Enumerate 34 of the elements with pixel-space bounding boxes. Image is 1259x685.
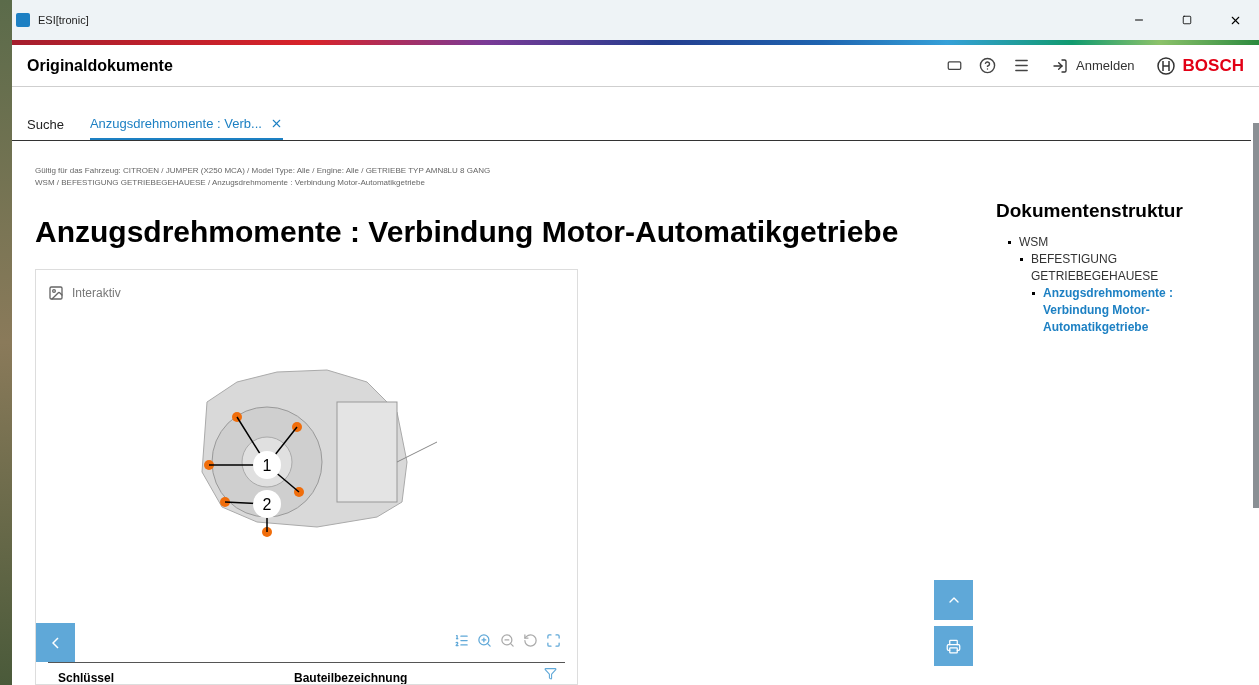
tree-item[interactable]: Anzugsdrehmomente : Verbindung Motor-Automatikgetriebe	[1043, 284, 1196, 336]
viewer-mode-label: Interaktiv	[72, 285, 121, 302]
print-icon	[946, 638, 961, 654]
filter-icon[interactable]	[544, 667, 557, 680]
chevron-left-icon	[52, 636, 59, 649]
scrollbar[interactable]	[1253, 123, 1259, 508]
page-title: Originaldokumente	[27, 55, 173, 76]
structure-title: Dokumentenstruktur	[996, 199, 1184, 223]
column-header: Bauteilbezeichnung	[294, 670, 409, 684]
zoom-in-icon[interactable]	[477, 633, 492, 648]
tree-item[interactable]: WSM	[1019, 233, 1049, 251]
app-logo-icon	[16, 13, 30, 27]
rotate-icon[interactable]	[523, 633, 538, 648]
list-icon[interactable]	[454, 633, 469, 648]
menu-icon[interactable]	[1013, 57, 1031, 74]
window-title: ESI[tronic]	[38, 12, 89, 28]
image-icon	[48, 285, 64, 301]
tab[interactable]: Suche	[27, 109, 64, 140]
breadcrumb: Gültig für das Fahrzeug: CITROEN / JUMPER (X250 MCA) / Model Type: Alle / Engine: Alle / GETRIEBE TYP AMN8LU 8 GANG	[35, 165, 492, 177]
breadcrumb: WSM / BEFESTIGUNG GETRIEBEGEHAUESE / Anzugsdrehmomente : Verbindung Motor-Automatikgetriebe	[35, 177, 426, 189]
previous-button[interactable]	[36, 623, 75, 662]
bosch-logo-icon	[1156, 56, 1175, 75]
help-icon[interactable]	[979, 57, 997, 74]
tree-item[interactable]: BEFESTIGUNG GETRIEBEGEHAUESE	[1031, 250, 1196, 285]
maximize-icon	[1182, 15, 1192, 25]
tab[interactable]: Anzugsdrehmomente : Verb...	[89, 109, 283, 140]
document-title: Anzugsdrehmomente : Verbindung Motor-Automatikgetriebe	[35, 214, 900, 250]
login-icon	[1052, 57, 1069, 74]
zoom-out-icon[interactable]	[500, 633, 515, 648]
column-header: Schlüssel	[57, 670, 116, 684]
brand-name: BOSCH	[1182, 54, 1244, 77]
fullscreen-icon[interactable]	[546, 633, 561, 648]
print-button[interactable]	[934, 626, 973, 666]
login-button[interactable]: Anmelden	[1052, 55, 1135, 76]
